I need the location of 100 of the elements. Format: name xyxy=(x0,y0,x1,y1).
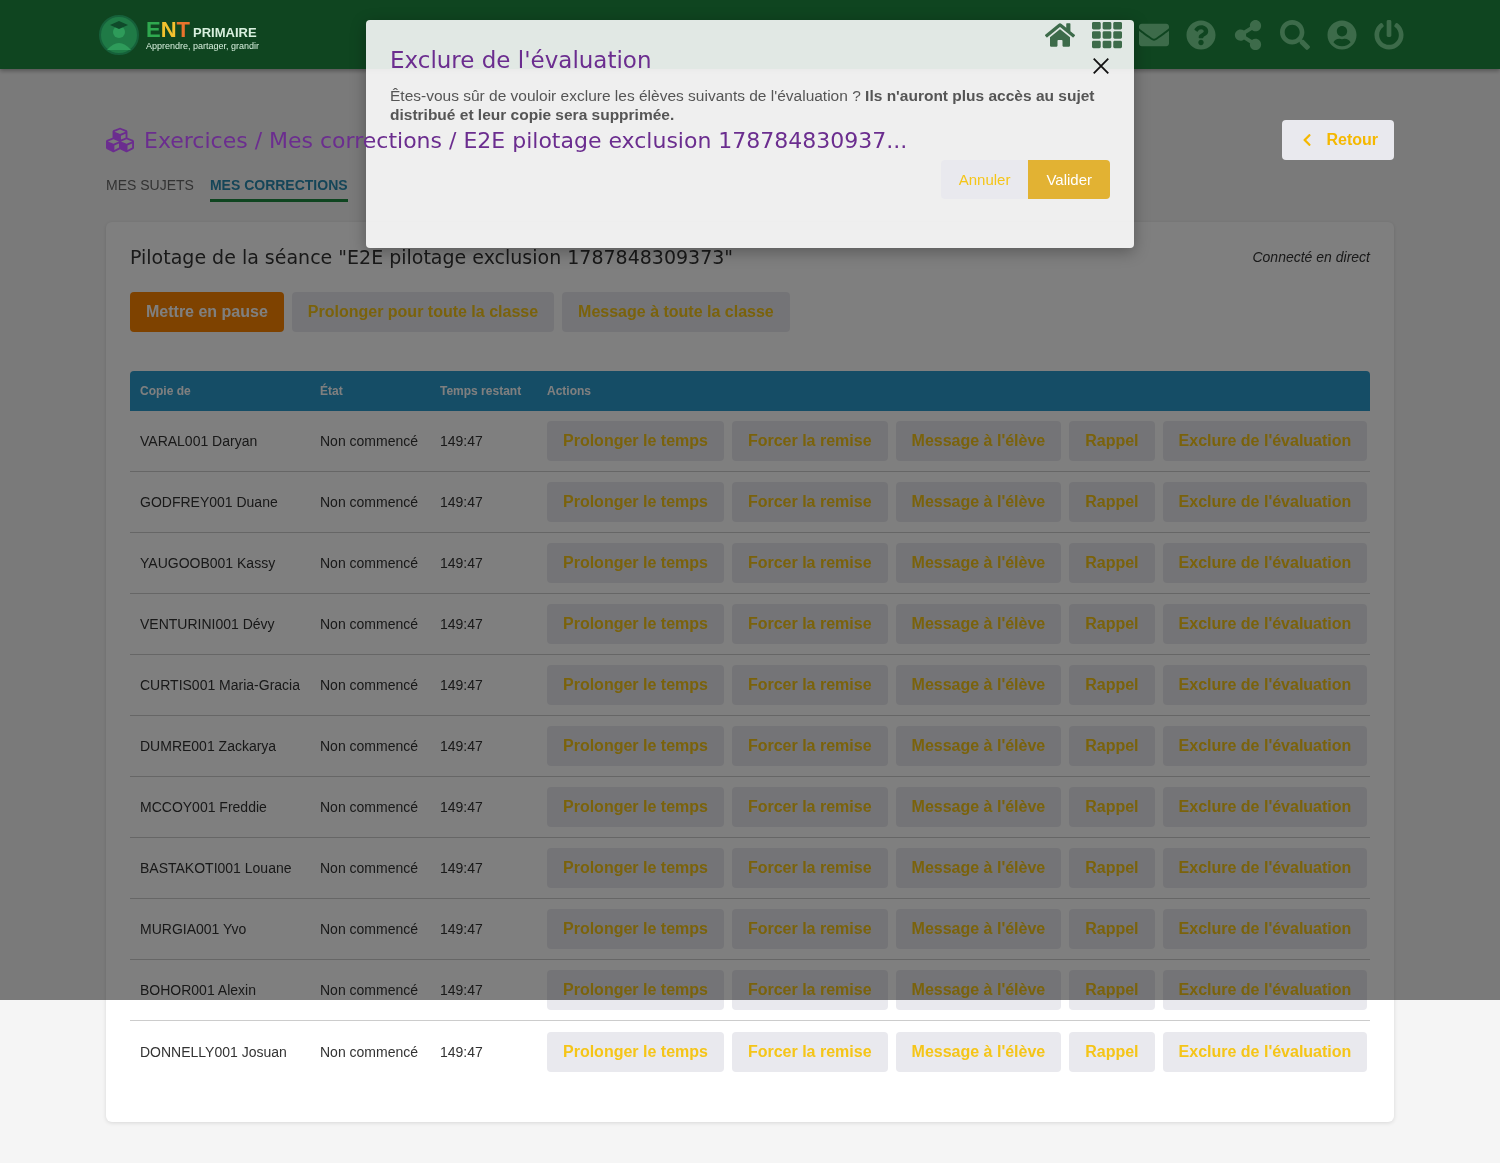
row-action-button[interactable]: Exclure de l'évaluation xyxy=(1162,604,1368,644)
logo-letter: N xyxy=(160,18,177,41)
row-action-button[interactable]: Exclure de l'évaluation xyxy=(1162,1031,1368,1072)
row-action-button[interactable]: Exclure de l'évaluation xyxy=(1162,543,1368,583)
confirm-button[interactable]: Valider xyxy=(1028,160,1110,199)
state-cell-text: Non commencé xyxy=(320,921,420,937)
row-action-button[interactable]: Message à l'élève xyxy=(895,543,1062,583)
row-action-button[interactable]: Rappel xyxy=(1069,970,1155,1010)
logo-letter: E xyxy=(146,18,161,41)
row-action-button[interactable]: Rappel xyxy=(1069,1031,1155,1072)
dialog-title: Exclure de l'évaluation xyxy=(390,47,652,73)
state-cell-text: Non commencé xyxy=(320,677,420,693)
student-cell-text: MURGIA001 Yvo xyxy=(140,921,248,937)
row-action-button[interactable]: Message à l'élève xyxy=(895,909,1062,949)
row-action-button[interactable]: Rappel xyxy=(1069,787,1155,827)
row-action-button[interactable]: Prolonger le temps xyxy=(547,726,724,766)
row-action-button[interactable]: Rappel xyxy=(1069,543,1155,583)
class-action-button[interactable]: Prolonger pour toute la classe xyxy=(291,292,555,332)
session-title: Pilotage de la séance "E2E pilotage exclusion 1787848309373" xyxy=(130,246,734,268)
cancel-button[interactable]: Annuler xyxy=(940,160,1029,199)
logo-text: PRIMAIRE xyxy=(193,24,257,40)
row-action-button[interactable]: Forcer la remise xyxy=(731,970,888,1010)
logo-letter: T xyxy=(176,18,191,41)
column-header: Actions xyxy=(547,384,592,398)
student-cell-text: YAUGOOB001 Kassy xyxy=(140,555,277,571)
row-action-button[interactable]: Forcer la remise xyxy=(731,726,888,766)
row-action-button[interactable]: Exclure de l'évaluation xyxy=(1162,787,1368,827)
row-action-button[interactable]: Message à l'élève xyxy=(895,604,1062,644)
row-action-button[interactable]: Prolonger le temps xyxy=(547,970,724,1010)
row-action-button[interactable]: Prolonger le temps xyxy=(547,665,724,705)
column-header: Copie de xyxy=(140,384,192,398)
time-cell-text: 149:47 xyxy=(440,860,484,876)
student-cell-text: BASTAKOTI001 Louane xyxy=(140,860,293,876)
time-cell-text: 149:47 xyxy=(440,1043,484,1060)
row-action-button[interactable]: Forcer la remise xyxy=(731,665,888,705)
row-action-button[interactable]: Message à l'élève xyxy=(895,421,1062,461)
time-cell-text: 149:47 xyxy=(440,433,484,449)
connection-status: Connecté en direct xyxy=(1252,249,1370,265)
row-action-button[interactable]: Message à l'élève xyxy=(895,726,1062,766)
time-cell-text: 149:47 xyxy=(440,982,484,998)
row-action-button[interactable]: Message à l'élève xyxy=(895,482,1062,522)
row-action-button[interactable]: Message à l'élève xyxy=(895,665,1062,705)
row-action-button[interactable]: Message à l'élève xyxy=(895,970,1062,1010)
row-action-button[interactable]: Exclure de l'évaluation xyxy=(1162,482,1368,522)
row-action-button[interactable]: Prolonger le temps xyxy=(547,543,724,583)
row-action-button[interactable]: Rappel xyxy=(1069,604,1155,644)
pause-button[interactable]: Mettre en pause xyxy=(130,292,284,332)
row-action-button[interactable]: Forcer la remise xyxy=(731,909,888,949)
row-action-button[interactable]: Exclure de l'évaluation xyxy=(1162,848,1368,888)
row-action-button[interactable]: Message à l'élève xyxy=(895,1031,1062,1072)
student-cell-text: MCCOY001 Freddie xyxy=(140,799,268,815)
row-action-button[interactable]: Forcer la remise xyxy=(731,1031,888,1072)
row-action-button[interactable]: Prolonger le temps xyxy=(547,482,724,522)
row-action-button[interactable]: Prolonger le temps xyxy=(547,909,724,949)
state-cell-text: Non commencé xyxy=(320,982,420,998)
state-cell-text: Non commencé xyxy=(320,1043,420,1060)
row-action-button[interactable]: Rappel xyxy=(1069,726,1155,766)
row-action-button[interactable]: Exclure de l'évaluation xyxy=(1162,421,1368,461)
back-button[interactable]: Retour xyxy=(1282,120,1394,160)
student-cell-text: DONNELLY001 Josuan xyxy=(140,1043,288,1060)
row-action-button[interactable]: Forcer la remise xyxy=(731,482,888,522)
row-action-button[interactable]: Prolonger le temps xyxy=(547,848,724,888)
row-action-button[interactable]: Prolonger le temps xyxy=(547,421,724,461)
time-cell-text: 149:47 xyxy=(440,738,484,754)
row-action-button[interactable]: Prolonger le temps xyxy=(547,604,724,644)
row-action-button[interactable]: Forcer la remise xyxy=(731,543,888,583)
student-cell-text: VENTURINI001 Dévy xyxy=(140,616,276,632)
state-cell-text: Non commencé xyxy=(320,616,420,632)
class-action-button[interactable]: Message à toute la classe xyxy=(562,292,790,332)
time-cell-text: 149:47 xyxy=(440,799,484,815)
row-action-button[interactable]: Forcer la remise xyxy=(731,848,888,888)
row-action-button[interactable]: Forcer la remise xyxy=(731,604,888,644)
row-action-button[interactable]: Rappel xyxy=(1069,909,1155,949)
time-cell-text: 149:47 xyxy=(440,921,484,937)
state-cell-text: Non commencé xyxy=(320,799,420,815)
column-header: État xyxy=(320,384,344,398)
tab[interactable]: MES CORRECTIONS xyxy=(209,173,348,202)
student-cell-text: VARAL001 Daryan xyxy=(140,433,259,449)
state-cell-text: Non commencé xyxy=(320,433,420,449)
row-action-button[interactable]: Rappel xyxy=(1069,421,1155,461)
state-cell-text: Non commencé xyxy=(320,860,420,876)
row-action-button[interactable]: Rappel xyxy=(1069,665,1155,705)
student-cell-text: BOHOR001 Alexin xyxy=(140,982,257,998)
row-action-button[interactable]: Forcer la remise xyxy=(731,787,888,827)
row-action-button[interactable]: Exclure de l'évaluation xyxy=(1162,665,1368,705)
row-action-button[interactable]: Prolonger le temps xyxy=(547,787,724,827)
row-action-button[interactable]: Forcer la remise xyxy=(731,421,888,461)
row-action-button[interactable]: Rappel xyxy=(1069,482,1155,522)
logo-tagline: Apprendre, partager, grandir xyxy=(146,40,260,51)
row-action-button[interactable]: Exclure de l'évaluation xyxy=(1162,726,1368,766)
row-action-button[interactable]: Exclure de l'évaluation xyxy=(1162,970,1368,1010)
state-cell-text: Non commencé xyxy=(320,738,420,754)
tab[interactable]: MES SUJETS xyxy=(106,173,194,202)
row-action-button[interactable]: Message à l'élève xyxy=(895,787,1062,827)
row-action-button[interactable]: Prolonger le temps xyxy=(547,1031,724,1072)
state-cell-text: Non commencé xyxy=(320,555,420,571)
student-cell-text: CURTIS001 Maria-Gracia xyxy=(140,677,301,693)
row-action-button[interactable]: Exclure de l'évaluation xyxy=(1162,909,1368,949)
row-action-button[interactable]: Message à l'élève xyxy=(895,848,1062,888)
row-action-button[interactable]: Rappel xyxy=(1069,848,1155,888)
